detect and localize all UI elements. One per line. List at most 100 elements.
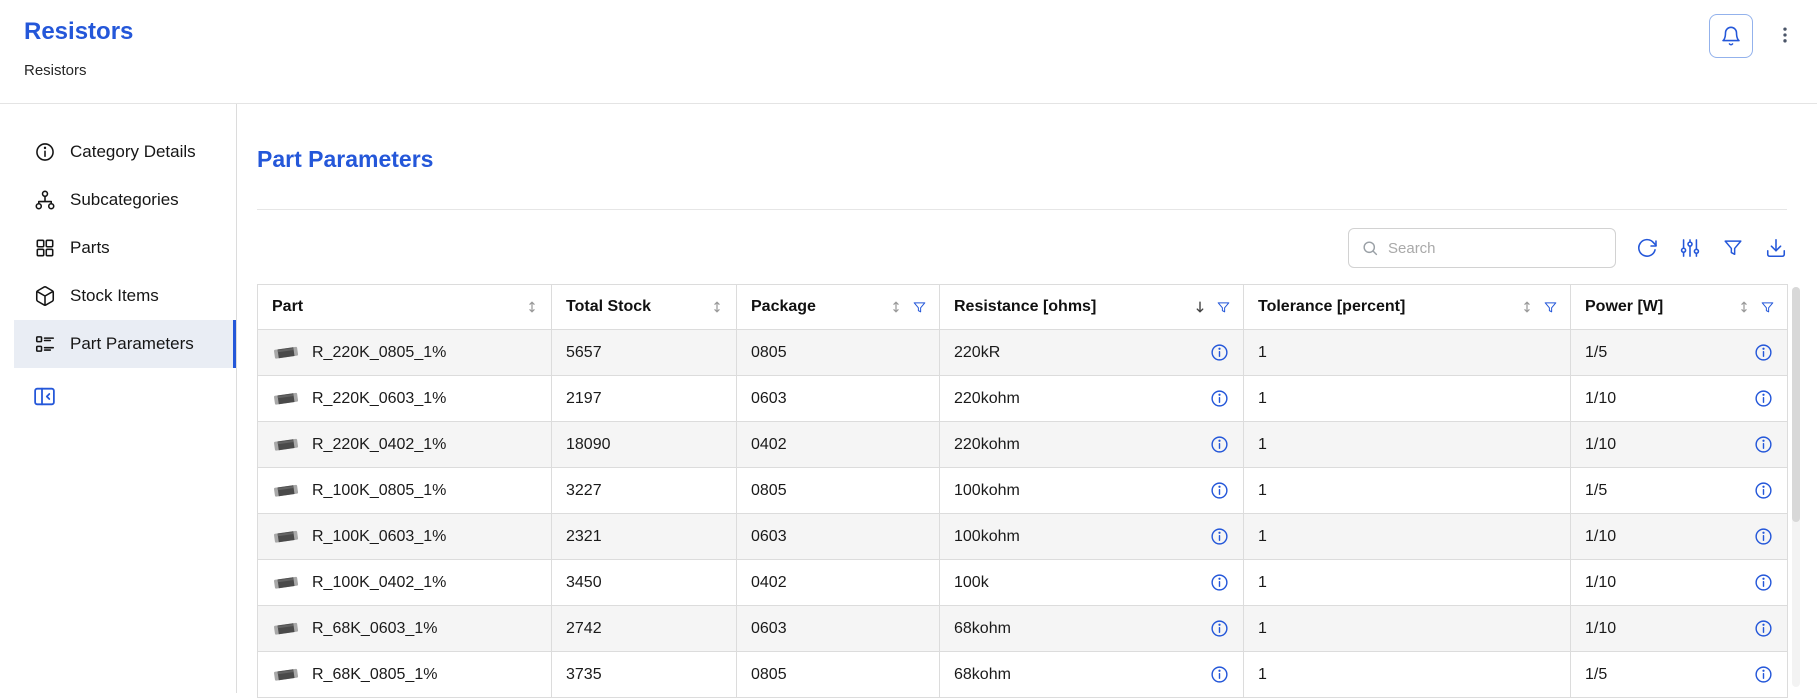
search-box[interactable]: [1348, 228, 1616, 268]
info-button[interactable]: [1210, 481, 1229, 500]
info-button[interactable]: [1210, 573, 1229, 592]
filter-icon[interactable]: [912, 300, 927, 315]
sidebar-item-parts[interactable]: Parts: [14, 224, 236, 272]
sidebar-item-part-parameters[interactable]: Part Parameters: [14, 320, 236, 368]
sidebar-item-stock-items[interactable]: Stock Items: [14, 272, 236, 320]
info-button[interactable]: [1210, 389, 1229, 408]
column-settings-icon: [1679, 237, 1701, 259]
column-header-total-stock[interactable]: Total Stock: [552, 285, 737, 330]
sidebar-item-category-details[interactable]: Category Details: [14, 128, 236, 176]
grid-icon: [34, 237, 56, 259]
filter-icon[interactable]: [1760, 300, 1775, 315]
power-value: 1/10: [1585, 528, 1616, 546]
cell-package: 0603: [737, 606, 940, 652]
part-thumbnail: [272, 529, 300, 544]
column-label: Power [W]: [1585, 298, 1663, 316]
tolerance-value: 1: [1258, 574, 1267, 591]
filter-icon[interactable]: [1543, 300, 1558, 315]
tolerance-value: 1: [1258, 620, 1267, 637]
sort-both-icon[interactable]: [1520, 300, 1534, 314]
cell-package: 0805: [737, 330, 940, 376]
part-thumbnail: [272, 483, 300, 498]
hierarchy-icon: [34, 189, 56, 211]
info-circle-icon: [1754, 435, 1773, 454]
cell-package: 0402: [737, 422, 940, 468]
column-header-power-w[interactable]: Power [W]: [1571, 285, 1788, 330]
sidebar-item-label: Stock Items: [70, 286, 159, 306]
sort-desc-icon[interactable]: [1193, 300, 1207, 314]
info-circle-icon: [1210, 665, 1229, 684]
resistance-value: 100kohm: [954, 482, 1020, 500]
info-button[interactable]: [1754, 619, 1773, 638]
toolbar-icons: [1636, 237, 1787, 259]
column-header-tolerance-percent[interactable]: Tolerance [percent]: [1244, 285, 1571, 330]
part-thumbnail: [272, 391, 300, 406]
table-row[interactable]: R_68K_0805_1%3735080568kohm11/5: [258, 652, 1788, 698]
resistance-value: 100kohm: [954, 528, 1020, 546]
filter-button[interactable]: [1722, 237, 1744, 259]
filter-icon[interactable]: [1216, 300, 1231, 315]
cell-package: 0603: [737, 514, 940, 560]
table-row[interactable]: R_68K_0603_1%2742060368kohm11/10: [258, 606, 1788, 652]
sort-both-icon[interactable]: [889, 300, 903, 314]
table-row[interactable]: R_220K_0402_1%180900402220kohm11/10: [258, 422, 1788, 468]
cell-tolerance: 1: [1244, 376, 1571, 422]
package-value: 0603: [751, 620, 787, 637]
cell-tolerance: 1: [1244, 514, 1571, 560]
info-button[interactable]: [1754, 343, 1773, 362]
info-button[interactable]: [1210, 527, 1229, 546]
info-button[interactable]: [1210, 343, 1229, 362]
column-label: Total Stock: [566, 298, 651, 316]
part-value: R_68K_0805_1%: [312, 666, 437, 684]
column-label: Package: [751, 298, 816, 316]
info-button[interactable]: [1210, 435, 1229, 454]
refresh-button[interactable]: [1636, 237, 1658, 259]
info-button[interactable]: [1754, 527, 1773, 546]
info-button[interactable]: [1754, 435, 1773, 454]
part-thumbnail: [272, 621, 300, 636]
download-button[interactable]: [1765, 237, 1787, 259]
search-input[interactable]: [1388, 240, 1603, 257]
info-button[interactable]: [1754, 573, 1773, 592]
cell-resistance: 68kohm: [940, 652, 1244, 698]
table-row[interactable]: R_100K_0805_1%32270805100kohm11/5: [258, 468, 1788, 514]
cell-part: R_68K_0603_1%: [258, 606, 552, 652]
column-header-resistance-ohms[interactable]: Resistance [ohms]: [940, 285, 1244, 330]
bell-button[interactable]: [1709, 14, 1753, 58]
part-thumbnail: [272, 437, 300, 452]
sort-both-icon[interactable]: [710, 300, 724, 314]
table-row[interactable]: R_220K_0603_1%21970603220kohm11/10: [258, 376, 1788, 422]
cell-part: R_100K_0402_1%: [258, 560, 552, 606]
column-header-package[interactable]: Package: [737, 285, 940, 330]
collapse-sidebar-button[interactable]: [32, 384, 57, 409]
column-header-part[interactable]: Part: [258, 285, 552, 330]
info-circle-icon: [1754, 481, 1773, 500]
sidebar-item-subcategories[interactable]: Subcategories: [14, 176, 236, 224]
tolerance-value: 1: [1258, 666, 1267, 683]
main-layout: Category DetailsSubcategoriesParts Stock …: [0, 104, 1817, 693]
sort-both-icon[interactable]: [1737, 300, 1751, 314]
info-button[interactable]: [1754, 481, 1773, 500]
table-row[interactable]: R_100K_0603_1%23210603100kohm11/10: [258, 514, 1788, 560]
collapse-icon: [32, 384, 57, 409]
cell-total-stock: 5657: [552, 330, 737, 376]
column-settings-button[interactable]: [1679, 237, 1701, 259]
table-row[interactable]: R_220K_0805_1%56570805220kR11/5: [258, 330, 1788, 376]
info-button[interactable]: [1210, 619, 1229, 638]
cell-part: R_220K_0603_1%: [258, 376, 552, 422]
info-circle-icon: [1210, 573, 1229, 592]
toolbar: [257, 228, 1787, 268]
info-button[interactable]: [1210, 665, 1229, 684]
cell-part: R_68K_0805_1%: [258, 652, 552, 698]
info-button[interactable]: [1754, 665, 1773, 684]
sidebar-item-label: Part Parameters: [70, 334, 194, 354]
kebab-menu-button[interactable]: [1775, 25, 1795, 48]
package-value: 0805: [751, 344, 787, 361]
info-button[interactable]: [1754, 389, 1773, 408]
resistance-value: 220kohm: [954, 390, 1020, 408]
table-row[interactable]: R_100K_0402_1%34500402100k11/10: [258, 560, 1788, 606]
section-title: Part Parameters: [257, 146, 1788, 173]
scrollbar-thumb[interactable]: [1792, 287, 1800, 522]
sort-both-icon[interactable]: [525, 300, 539, 314]
vertical-scrollbar[interactable]: [1792, 287, 1800, 687]
